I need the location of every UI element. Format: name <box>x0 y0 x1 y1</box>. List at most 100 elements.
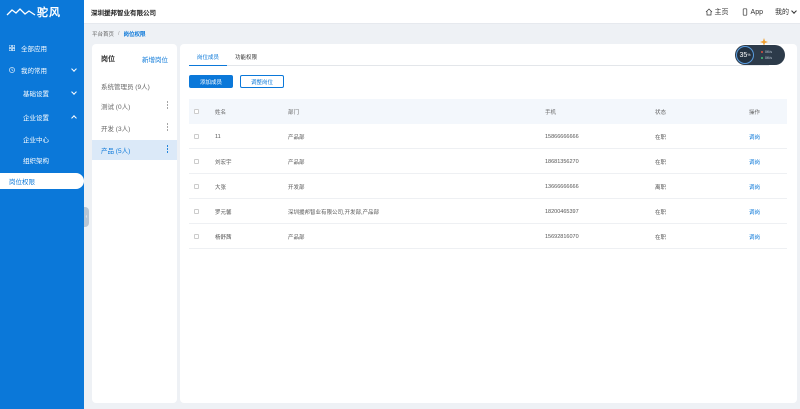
transfer-link[interactable]: 调岗 <box>749 149 760 174</box>
company-name: 深圳援邦智业有限公司 <box>91 9 156 17</box>
chevron-left-icon: ‹ <box>85 214 88 220</box>
table-row: 罗元馨 深圳援邦智业有限公司,开发部,产品部 18200465397 在职 调岗 <box>189 199 787 224</box>
speed-percent-value: 35 <box>739 51 748 59</box>
cell-name: 大张 <box>215 184 227 191</box>
cell-name: 刘宏宇 <box>215 159 232 166</box>
row-checkbox[interactable] <box>194 174 199 199</box>
sidebar-item-label: 基础设置 <box>23 91 49 98</box>
cell-phone: 13666666666 <box>545 183 579 190</box>
header-actions: 主页 App 我的 <box>693 0 797 24</box>
more-vertical-icon[interactable] <box>166 123 168 131</box>
speed-percent-unit: % <box>747 53 751 57</box>
position-item-test[interactable]: 测试 (0人) <box>92 96 177 116</box>
tab-function-permissions[interactable]: 功能权限 <box>227 53 265 66</box>
header-dept: 部门 <box>288 109 300 116</box>
cell-status: 在职 <box>655 209 667 216</box>
select-all-checkbox[interactable] <box>194 99 199 124</box>
table-row: 刘宏宇 产品部 18681356270 在职 调岗 <box>189 149 787 174</box>
sidebar-item-org-structure[interactable]: 组织架构 <box>0 152 84 168</box>
logo-text: 驼风 <box>37 7 61 19</box>
header-name: 姓名 <box>215 109 227 116</box>
chevron-down-icon <box>71 66 77 72</box>
cell-name: 罗元馨 <box>215 209 232 216</box>
chevron-up-icon <box>71 115 77 121</box>
app-link[interactable]: App <box>741 8 763 16</box>
table-row: 大张 开发部 13666666666 离职 调岗 <box>189 174 787 199</box>
cell-name: 11 <box>215 133 221 140</box>
sidebar-item-label: 企业设置 <box>23 115 49 122</box>
header-status: 状态 <box>655 109 667 116</box>
download-speed-value: 0K/s <box>765 56 773 60</box>
position-item-admin[interactable]: 系统管理员 (9人) <box>92 76 177 96</box>
table-header: 姓名 部门 手机 状态 操作 <box>189 99 787 124</box>
positions-title: 岗位 <box>101 56 115 63</box>
home-link[interactable]: 主页 <box>705 7 729 17</box>
cell-dept: 产品部 <box>288 234 305 241</box>
position-item-dev[interactable]: 开发 (3人) <box>92 118 177 138</box>
sidebar: 驼风 全部应用 我的常用 基础设置 企业设置 企业中心 组织架构 岗位权限 <box>0 0 84 409</box>
positions-panel: 岗位 新增岗位 系统管理员 (9人) 测试 (0人) 开发 (3人) 产品 (5… <box>92 44 177 403</box>
speed-lines: 0K/s 0K/s <box>761 49 772 61</box>
row-checkbox[interactable] <box>194 149 199 174</box>
grid-icon <box>9 45 15 51</box>
breadcrumb-root[interactable]: 平台首页 <box>92 30 114 38</box>
sidebar-item-favorites[interactable]: 我的常用 <box>0 62 84 78</box>
transfer-link[interactable]: 调岗 <box>749 199 760 224</box>
cell-status: 离职 <box>655 184 667 191</box>
logo[interactable]: 驼风 <box>0 0 84 24</box>
sidebar-item-label: 全部应用 <box>21 46 47 53</box>
sidebar-item-enterprise-center[interactable]: 企业中心 <box>0 131 84 147</box>
download-speed: 0K/s <box>761 55 772 61</box>
logo-mountain-icon <box>6 8 36 16</box>
position-label: 系统管理员 (9人) <box>101 84 150 91</box>
sidebar-item-label: 岗位权限 <box>9 179 35 186</box>
position-label: 测试 (0人) <box>101 104 131 111</box>
transfer-link[interactable]: 调岗 <box>749 124 760 149</box>
cell-dept: 开发部 <box>288 184 305 191</box>
phone-icon <box>742 8 747 16</box>
sidebar-item-all-apps[interactable]: 全部应用 <box>0 40 84 56</box>
breadcrumb: 平台首页 / 岗位权限 <box>92 30 146 38</box>
cell-phone: 18681356270 <box>545 158 579 165</box>
position-item-product[interactable]: 产品 (5人) <box>92 140 177 160</box>
cell-status: 在职 <box>655 134 667 141</box>
clock-icon <box>9 67 15 73</box>
download-dot-icon <box>761 57 763 59</box>
row-checkbox[interactable] <box>194 124 199 149</box>
chevron-down-icon <box>791 8 797 14</box>
network-speed-widget[interactable]: 35% 0K/s 0K/s <box>735 45 785 65</box>
user-menu[interactable]: 我的 <box>775 7 797 17</box>
sidebar-item-label: 我的常用 <box>21 68 47 75</box>
more-vertical-icon[interactable] <box>166 101 168 109</box>
adjust-position-button[interactable]: 调整岗位 <box>240 75 284 88</box>
cell-phone: 18200465397 <box>545 208 579 215</box>
cell-status: 在职 <box>655 234 667 241</box>
position-label: 开发 (3人) <box>101 126 131 133</box>
sidebar-item-basic-settings[interactable]: 基础设置 <box>0 85 84 101</box>
sidebar-collapse-handle[interactable]: ‹ <box>84 207 89 227</box>
user-menu-label: 我的 <box>775 9 789 16</box>
header-op: 操作 <box>749 109 761 116</box>
table-row: 杨舒茜 产品部 15692816070 在职 调岗 <box>189 224 787 249</box>
upload-speed-value: 0K/s <box>765 50 773 54</box>
cell-dept: 产品部 <box>288 134 305 141</box>
breadcrumb-separator: / <box>118 31 120 37</box>
transfer-link[interactable]: 调岗 <box>749 224 760 249</box>
sidebar-item-enterprise-settings[interactable]: 企业设置 <box>0 109 84 125</box>
add-member-button[interactable]: 添加成员 <box>189 75 233 88</box>
table-row: 11 产品部 15866666666 在职 调岗 <box>189 124 787 149</box>
breadcrumb-current: 岗位权限 <box>123 32 146 38</box>
row-checkbox[interactable] <box>194 199 199 224</box>
add-position-button[interactable]: 新增岗位 <box>142 54 168 64</box>
sidebar-item-position-permissions[interactable]: 岗位权限 <box>0 173 84 189</box>
tab-position-members[interactable]: 岗位成员 <box>189 53 228 66</box>
cell-phone: 15692816070 <box>545 233 579 240</box>
home-label: 主页 <box>714 9 729 16</box>
transfer-link[interactable]: 调岗 <box>749 174 760 199</box>
more-vertical-icon[interactable] <box>166 145 168 153</box>
cell-name: 杨舒茜 <box>215 234 232 241</box>
chevron-down-icon <box>71 89 77 95</box>
app-label: App <box>750 8 763 16</box>
positions-header: 岗位 新增岗位 <box>92 44 177 74</box>
row-checkbox[interactable] <box>194 224 199 249</box>
